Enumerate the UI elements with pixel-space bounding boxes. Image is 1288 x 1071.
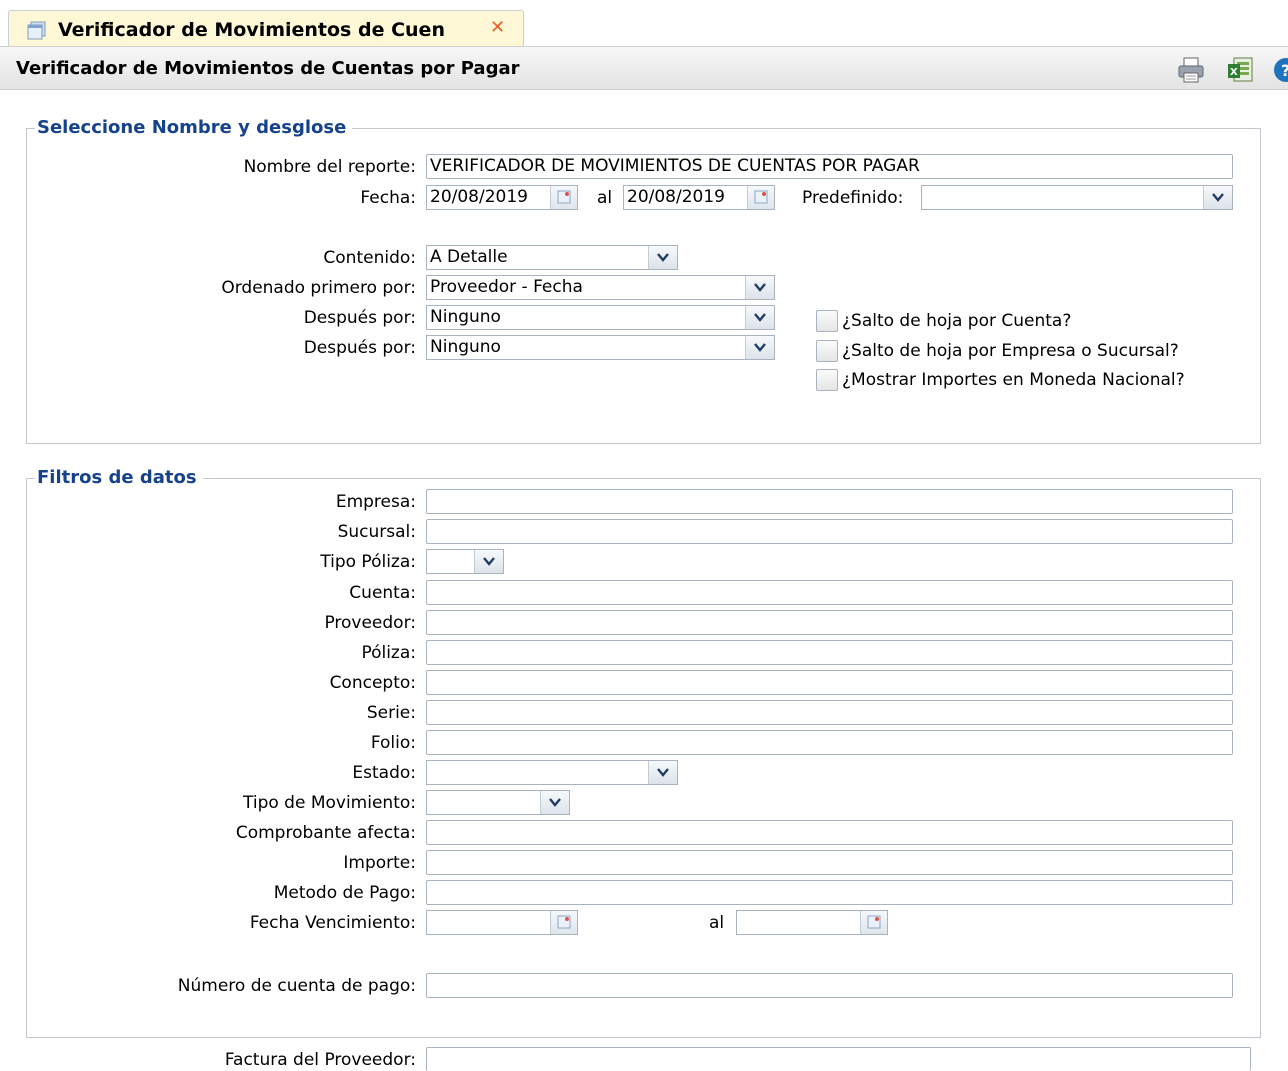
estado-label: Estado: <box>352 763 416 783</box>
window-icon <box>27 21 46 40</box>
proveedor-label: Proveedor: <box>324 613 416 633</box>
numero-cuenta-label: Número de cuenta de pago: <box>177 976 416 996</box>
fecha-desde-value: 20/08/2019 <box>430 187 528 207</box>
fecha-venc-hasta-field[interactable] <box>736 910 888 935</box>
orden2-label: Después por: <box>303 308 416 328</box>
calendar-icon[interactable] <box>550 186 577 209</box>
salto-cuenta-label: ¿Salto de hoja por Cuenta? <box>842 311 1072 331</box>
orden1-select[interactable]: Proveedor - Fecha <box>426 275 775 300</box>
chevron-down-icon[interactable] <box>745 306 774 329</box>
folio-input[interactable] <box>426 730 1233 755</box>
fecha-label: Fecha: <box>360 188 416 208</box>
empresa-input[interactable] <box>426 489 1233 514</box>
chevron-down-icon[interactable] <box>745 276 774 299</box>
nombre-reporte-input[interactable]: VERIFICADOR DE MOVIMIENTOS DE CUENTAS PO… <box>426 154 1233 179</box>
importe-input[interactable] <box>426 850 1233 875</box>
empresa-label: Empresa: <box>335 492 416 512</box>
folio-label: Folio: <box>370 733 416 753</box>
fecha-hasta-value: 20/08/2019 <box>627 187 725 207</box>
salto-empresa-checkbox[interactable] <box>816 340 838 362</box>
chevron-down-icon[interactable] <box>648 761 677 784</box>
tab-verificador[interactable]: Verificador de Movimientos de Cuen ✕ <box>8 10 524 46</box>
tab-title: Verificador de Movimientos de Cuen <box>58 19 445 41</box>
fecha-vencimiento-label: Fecha Vencimiento: <box>249 913 416 933</box>
factura-proveedor-label: Factura del Proveedor: <box>224 1050 416 1070</box>
tipo-poliza-select[interactable] <box>426 549 504 574</box>
concepto-input[interactable] <box>426 670 1233 695</box>
predefinido-label: Predefinido: <box>802 188 904 208</box>
print-icon[interactable] <box>1176 55 1204 83</box>
orden2-select[interactable]: Ninguno <box>426 305 775 330</box>
calendar-icon[interactable] <box>860 911 887 934</box>
al-venc-label: al <box>709 913 725 933</box>
fecha-hasta-field[interactable]: 20/08/2019 <box>623 185 775 210</box>
calendar-icon[interactable] <box>747 186 774 209</box>
chevron-down-icon[interactable] <box>474 550 503 573</box>
orden2-value: Ninguno <box>430 307 501 327</box>
al-label: al <box>597 188 613 208</box>
tipo-poliza-label: Tipo Póliza: <box>320 552 416 572</box>
chevron-down-icon[interactable] <box>745 336 774 359</box>
comprobante-input[interactable] <box>426 820 1233 845</box>
nombre-label: Nombre del reporte: <box>243 157 416 177</box>
salto-cuenta-checkbox[interactable] <box>816 310 838 332</box>
tipo-movimiento-label: Tipo de Movimiento: <box>243 793 416 813</box>
estado-select[interactable] <box>426 760 678 785</box>
serie-label: Serie: <box>366 703 416 723</box>
svg-text:X: X <box>1230 67 1238 78</box>
comprobante-label: Comprobante afecta: <box>235 823 416 843</box>
proveedor-input[interactable] <box>426 610 1233 635</box>
contenido-select[interactable]: A Detalle <box>426 245 678 270</box>
chevron-down-icon[interactable] <box>540 791 569 814</box>
page-title: Verificador de Movimientos de Cuentas po… <box>16 58 520 79</box>
tipo-movimiento-select[interactable] <box>426 790 570 815</box>
cuenta-label: Cuenta: <box>349 583 416 603</box>
legend-filtros: Filtros de datos <box>35 467 203 488</box>
orden1-label: Ordenado primero por: <box>221 278 416 298</box>
sucursal-input[interactable] <box>426 519 1233 544</box>
contenido-value: A Detalle <box>430 247 508 267</box>
factura-proveedor-input[interactable] <box>426 1047 1251 1071</box>
legend-seleccione: Seleccione Nombre y desglose <box>35 117 353 138</box>
cuenta-input[interactable] <box>426 580 1233 605</box>
poliza-input[interactable] <box>426 640 1233 665</box>
salto-empresa-label: ¿Salto de hoja por Empresa o Sucursal? <box>842 341 1179 361</box>
sucursal-label: Sucursal: <box>337 522 416 542</box>
numero-cuenta-input[interactable] <box>426 973 1233 998</box>
chevron-down-icon[interactable] <box>648 246 677 269</box>
orden3-select[interactable]: Ninguno <box>426 335 775 360</box>
metodo-pago-input[interactable] <box>426 880 1233 905</box>
metodo-pago-label: Metodo de Pago: <box>273 883 416 903</box>
panel-header: Verificador de Movimientos de Cuentas po… <box>0 46 1288 90</box>
poliza-label: Póliza: <box>361 643 416 663</box>
orden3-value: Ninguno <box>430 337 501 357</box>
calendar-icon[interactable] <box>550 911 577 934</box>
orden1-value: Proveedor - Fecha <box>430 277 583 297</box>
close-icon[interactable]: ✕ <box>490 17 505 38</box>
concepto-label: Concepto: <box>329 673 416 693</box>
fecha-venc-desde-field[interactable] <box>426 910 578 935</box>
contenido-label: Contenido: <box>323 248 416 268</box>
orden3-label: Después por: <box>303 338 416 358</box>
help-icon[interactable]: ? <box>1272 55 1288 83</box>
fecha-desde-field[interactable]: 20/08/2019 <box>426 185 578 210</box>
serie-input[interactable] <box>426 700 1233 725</box>
chevron-down-icon[interactable] <box>1203 186 1232 209</box>
export-excel-icon[interactable]: X <box>1226 55 1254 83</box>
moneda-nacional-label: ¿Mostrar Importes en Moneda Nacional? <box>842 370 1185 390</box>
importe-label: Importe: <box>343 853 416 873</box>
svg-text:?: ? <box>1281 61 1288 80</box>
moneda-nacional-checkbox[interactable] <box>816 369 838 391</box>
predefinido-select[interactable] <box>921 185 1233 210</box>
